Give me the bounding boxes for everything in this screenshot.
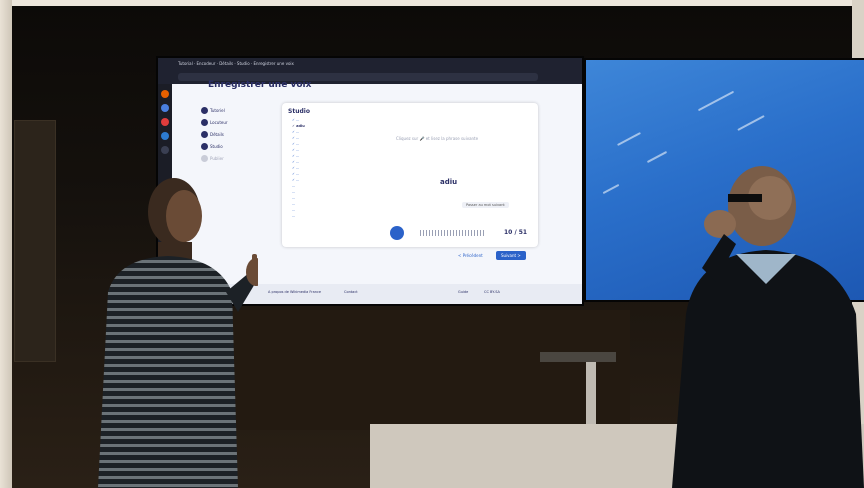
step-speaker[interactable]: Locuteur <box>201 119 228 126</box>
record-instruction: Cliquez sur 🎤 et lisez la phrase suivant… <box>396 136 479 141</box>
terminal-icon[interactable] <box>161 146 169 154</box>
footer-license: CC BY-SA <box>484 290 500 294</box>
check-icon <box>201 107 208 114</box>
chromium-icon[interactable] <box>161 104 169 112</box>
pending-step-icon <box>201 155 208 162</box>
photo-border-left <box>0 0 12 488</box>
footer-link-about[interactable]: A propos de Wikimedia France <box>268 290 321 294</box>
audio-waveform <box>420 230 484 236</box>
light-streak <box>697 90 735 112</box>
check-icon <box>201 131 208 138</box>
firefox-icon[interactable] <box>161 90 169 98</box>
progress-counter: 10 / 51 <box>504 229 528 236</box>
light-streak <box>737 115 765 131</box>
step-studio[interactable]: Studio <box>201 143 223 150</box>
skip-word-button[interactable]: Passer au mot suivant <box>462 202 509 208</box>
record-button[interactable] <box>390 226 404 240</box>
browser-tabs[interactable]: Tutorial · Encodeur · Détails · Studio ·… <box>178 61 578 71</box>
person-left <box>98 178 258 488</box>
step-details[interactable]: Détails <box>201 131 224 138</box>
screen-stand <box>586 362 596 432</box>
page-title: Enregistrer une voix <box>208 80 312 90</box>
wall-cabinet <box>230 310 630 430</box>
next-button[interactable]: Suivant > <box>496 251 526 260</box>
previous-button[interactable]: < Précédent <box>458 253 483 258</box>
light-streak <box>602 183 620 195</box>
device-shelf <box>540 352 616 362</box>
photo-scene: Tutorial · Encodeur · Détails · Studio ·… <box>0 0 864 488</box>
current-step-icon <box>201 143 208 150</box>
person-right <box>672 166 864 488</box>
step-publish[interactable]: Publier <box>201 155 224 162</box>
sentence-item[interactable]: ... <box>292 214 378 220</box>
studio-heading: Studio <box>288 108 310 115</box>
footer-guide[interactable]: Guide <box>458 290 468 294</box>
step-tutorial[interactable]: Tutoriel <box>201 107 225 114</box>
light-streak <box>646 150 668 164</box>
sentence-list[interactable]: ✓ ... ✓ adiu ✓ ... ✓ ... ✓ ... ✓ ... ✓ ... ✓ ..… <box>292 118 378 242</box>
check-icon <box>201 119 208 126</box>
vscode-icon[interactable] <box>161 132 169 140</box>
footer-link-contact[interactable]: Contact <box>344 290 358 294</box>
light-streak <box>617 132 641 146</box>
wall-door <box>14 120 56 362</box>
app-icon[interactable] <box>161 118 169 126</box>
photo-border-top <box>0 0 864 6</box>
current-word: adiu <box>440 178 458 186</box>
